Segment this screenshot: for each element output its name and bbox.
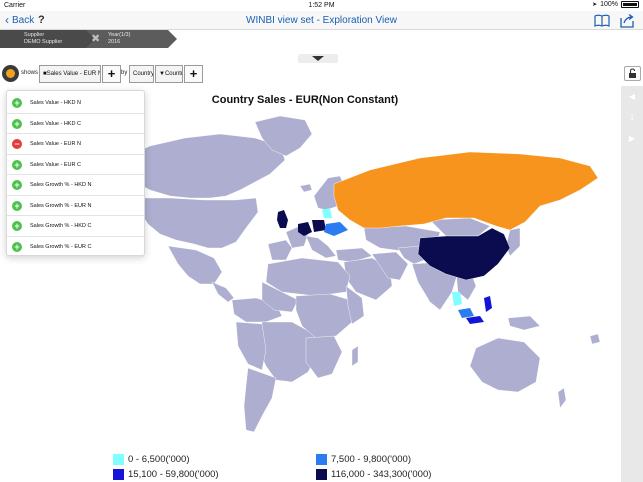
breadcrumb-supplier-label: Supplier xyxy=(24,32,45,38)
page-title: WINBI view set - Exploration View xyxy=(246,15,397,26)
lock-icon xyxy=(629,68,636,78)
dimension-filter[interactable]: ▼Country xyxy=(155,65,183,83)
country-japan xyxy=(505,227,521,257)
menu-item[interactable]: + Sales Value - EUR C xyxy=(7,155,144,175)
country-mexico xyxy=(167,245,223,285)
menu-item-label: Sales Value - EUR N xyxy=(30,141,81,147)
chevron-left-icon[interactable]: ◀ xyxy=(627,92,637,102)
plus-icon[interactable]: + xyxy=(12,200,22,211)
menu-item-label: Sales Growth % - HKD C xyxy=(30,223,92,229)
dimension-selector[interactable]: Country xyxy=(129,65,154,83)
plus-icon[interactable]: + xyxy=(12,241,22,252)
plus-icon[interactable]: + xyxy=(12,118,22,129)
minus-icon[interactable]: − xyxy=(12,139,22,149)
menu-item[interactable]: − Sales Value - EUR N xyxy=(7,134,144,155)
country-uk xyxy=(277,210,288,228)
country-indonesia xyxy=(466,316,484,324)
country-philippines xyxy=(484,296,492,312)
country-ukraine xyxy=(324,222,348,236)
query-toolbar: shows ■Sales Value - EUR N + by Country … xyxy=(0,63,620,85)
legend-swatch xyxy=(113,454,124,465)
country-poland xyxy=(312,220,326,232)
status-right: ➤ 100% xyxy=(592,1,639,8)
menu-item-label: Sales Growth % - HKD N xyxy=(30,182,92,188)
country-central-america xyxy=(211,281,235,303)
shows-label: shows xyxy=(21,70,39,76)
legend-label: 0 - 6,500('000) xyxy=(128,454,190,465)
measure-selector[interactable]: ■Sales Value - EUR N xyxy=(39,65,101,83)
legend-swatch xyxy=(316,454,327,465)
menu-item[interactable]: + Sales Growth % - HKD C xyxy=(7,216,144,237)
country-italy-balkans xyxy=(305,235,337,259)
plus-icon[interactable]: + xyxy=(12,159,22,170)
legend-item: 0 - 6,500('000) xyxy=(113,453,190,466)
location-icon: ➤ xyxy=(592,2,598,8)
plus-icon[interactable]: + xyxy=(12,98,22,108)
legend-item: 7,500 - 9,800('000) xyxy=(316,453,411,466)
menu-item-label: Sales Growth % - EUR N xyxy=(30,202,92,209)
expand-vertical-icon[interactable]: ↕ xyxy=(627,112,637,123)
breadcrumb-supplier[interactable]: Supplier DEMO Supplier xyxy=(0,30,86,48)
plus-icon[interactable]: + xyxy=(12,180,22,190)
legend-item: 116,000 - 343,300('000) xyxy=(316,468,431,481)
battery-percent: 100% xyxy=(600,1,618,8)
menu-item[interactable]: + Sales Growth % - EUR C xyxy=(7,237,144,257)
country-peru-bolivia xyxy=(235,321,267,371)
measure-menu: + Sales Value - HKD N + Sales Value - HKD C… xyxy=(6,90,145,257)
menu-item[interactable]: + Sales Value - HKD N xyxy=(7,93,144,114)
app-logo-icon[interactable] xyxy=(2,65,19,82)
map-legend: 0 - 6,500('000) 7,500 - 9,800('000) 15,1… xyxy=(0,446,620,482)
country-madagascar xyxy=(351,345,359,367)
legend-label: 116,000 - 343,300('000) xyxy=(331,469,432,480)
menu-item[interactable]: + Sales Value - HKD C xyxy=(7,114,144,134)
clock: 1:52 PM xyxy=(308,2,335,9)
legend-swatch xyxy=(316,469,327,480)
menu-item[interactable]: + Sales Growth % - HKD N xyxy=(7,175,144,196)
battery-icon xyxy=(621,1,639,8)
country-iceland xyxy=(299,183,313,193)
menu-item-label: Sales Value - HKD C xyxy=(30,120,81,127)
legend-label: 15,100 - 59,800('000) xyxy=(128,469,219,480)
menu-item-label: Sales Value - HKD N xyxy=(30,100,81,106)
navigation-bar: ‹ Back ? WINBI view set - Exploration Vi… xyxy=(0,11,643,30)
legend-label: 7,500 - 9,800('000) xyxy=(331,454,411,465)
country-argentina-chile xyxy=(243,367,277,433)
breadcrumb-arrow xyxy=(168,30,177,48)
book-icon[interactable] xyxy=(593,13,611,28)
status-bar: Carrier 1:52 PM ➤ 100% xyxy=(0,0,643,11)
country-papua xyxy=(507,315,541,331)
menu-item-label: Sales Growth % - EUR C xyxy=(30,243,92,250)
lock-button[interactable] xyxy=(624,66,641,81)
menu-item[interactable]: + Sales Growth % - EUR N xyxy=(7,196,144,216)
legend-swatch xyxy=(113,469,124,480)
legend-item: 15,100 - 59,800('000) xyxy=(113,468,219,481)
country-malaysia xyxy=(458,308,474,318)
country-usa xyxy=(139,197,259,249)
menu-item-label: Sales Value - EUR C xyxy=(30,161,81,168)
country-southern-africa xyxy=(305,335,343,379)
side-rail: ◀ ↕ ▶ xyxy=(621,86,643,482)
breadcrumb-supplier-value: DEMO Supplier xyxy=(24,39,63,45)
add-dimension-button[interactable]: + xyxy=(184,65,203,83)
plus-icon[interactable]: + xyxy=(12,221,22,231)
breadcrumb: Year(1/3) 2016 Supplier DEMO Supplier ✖ xyxy=(0,30,643,50)
close-icon[interactable]: ✖ xyxy=(91,34,100,45)
breadcrumb-year-label: Year(1/3) xyxy=(108,32,131,38)
add-measure-button[interactable]: + xyxy=(102,65,121,83)
country-new-zealand xyxy=(557,387,567,409)
by-label: by xyxy=(121,70,128,76)
chevron-right-icon[interactable]: ▶ xyxy=(627,134,637,144)
country-pacific-islands xyxy=(589,333,601,345)
breadcrumb-year-value: 2016 xyxy=(108,39,121,45)
country-australia xyxy=(469,337,541,393)
share-icon[interactable] xyxy=(618,13,636,28)
country-iberia xyxy=(267,239,293,261)
chevron-down-icon[interactable] xyxy=(312,56,324,61)
